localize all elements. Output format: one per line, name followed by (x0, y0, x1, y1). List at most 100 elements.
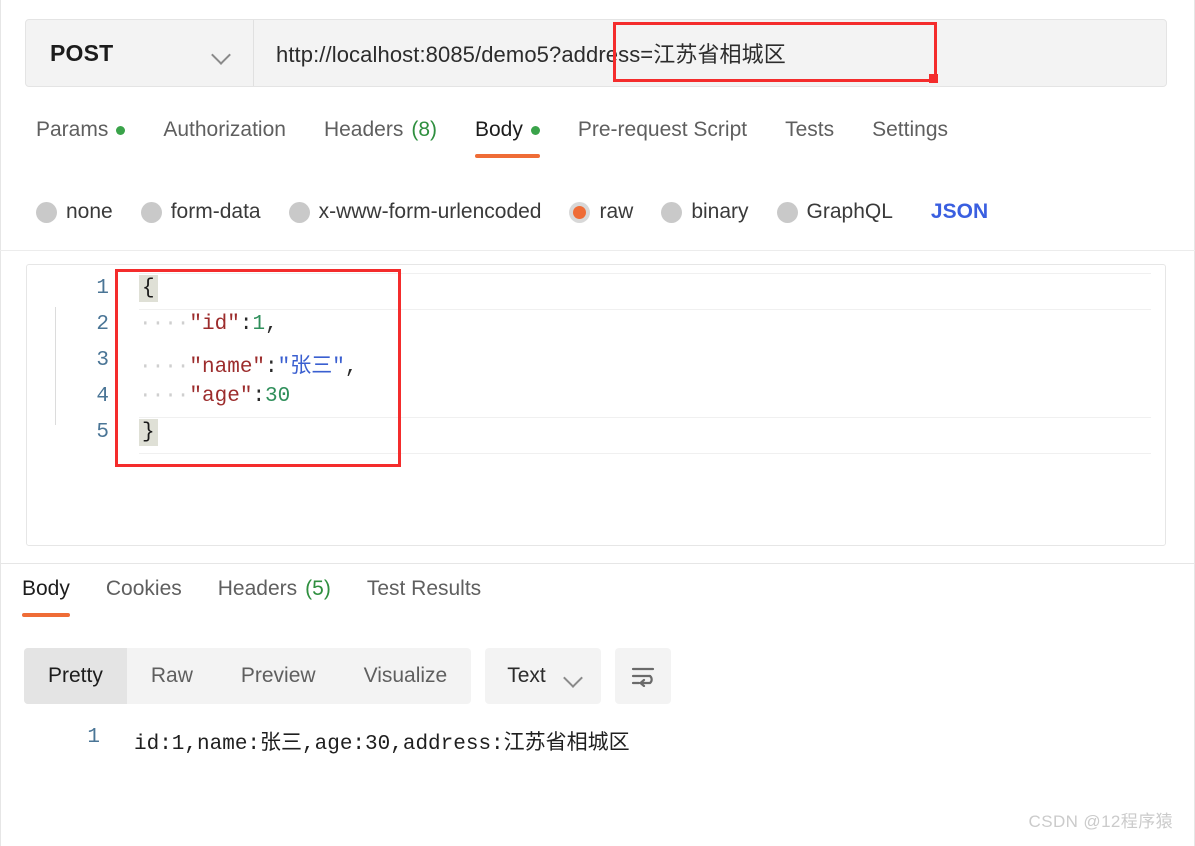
request-body-editor[interactable]: 1 2 3 4 5 { ····"id":1, ····"name":"张三",… (26, 264, 1166, 546)
editor-line-number: 5 (96, 421, 109, 444)
http-method-select[interactable]: POST (26, 20, 254, 86)
response-tab-headers[interactable]: Headers (5) (218, 575, 331, 617)
body-type-form-data-label: form-data (170, 200, 261, 223)
json-key-id: "id" (189, 313, 240, 336)
editor-line-number: 3 (96, 349, 109, 372)
tab-tests-label: Tests (785, 118, 835, 141)
view-mode-raw[interactable]: Raw (127, 648, 217, 704)
tab-params[interactable]: Params (36, 116, 126, 158)
http-method-label: POST (50, 39, 114, 66)
json-colon: : (265, 356, 278, 379)
view-mode-visualize[interactable]: Visualize (340, 648, 472, 704)
json-value-name: "张三" (277, 356, 345, 379)
response-format-label: Text (507, 664, 546, 687)
json-comma: , (265, 313, 278, 336)
editor-active-line-rule (139, 309, 1151, 310)
json-colon: : (239, 313, 253, 336)
body-type-x-www-form-urlencoded[interactable]: x-www-form-urlencoded (288, 200, 542, 224)
editor-code-line-4: ····"age":30 (139, 385, 290, 408)
indent-dots: ···· (139, 313, 190, 336)
json-key-name: "name" (189, 356, 266, 379)
response-tab-headers-count: (5) (305, 577, 331, 600)
response-format-select[interactable]: Text (485, 648, 601, 704)
editor-gutter: 1 2 3 4 5 (27, 265, 123, 545)
editor-code-line-1: { (139, 275, 158, 302)
tab-body-label: Body (475, 118, 523, 141)
response-tab-cookies-label: Cookies (105, 577, 182, 600)
editor-line-number: 1 (96, 277, 109, 300)
json-comma: , (344, 356, 358, 379)
response-tab-test-results[interactable]: Test Results (367, 575, 481, 617)
radio-icon (661, 201, 683, 223)
word-wrap-button[interactable] (614, 648, 671, 704)
word-wrap-icon (631, 667, 654, 687)
request-url-input[interactable]: http://localhost:8085/demo5?address=江苏省相… (254, 20, 1166, 86)
chevron-down-icon (212, 48, 231, 59)
body-type-graphql[interactable]: GraphQL (776, 200, 893, 224)
chevron-down-icon (564, 671, 583, 682)
tab-headers[interactable]: Headers (8) (324, 116, 437, 158)
request-tabs: Params Authorization Headers (8) Body Pr… (0, 116, 1195, 168)
response-line-number: 1 (87, 726, 100, 749)
tab-authorization-label: Authorization (163, 118, 286, 141)
tab-body[interactable]: Body (475, 116, 540, 158)
response-divider (0, 563, 1195, 564)
body-types-divider (0, 250, 1195, 251)
raw-format-select[interactable]: JSON (931, 200, 988, 224)
body-type-binary[interactable]: binary (661, 200, 749, 224)
editor-code-line-3: ····"name":"张三", (139, 349, 357, 379)
unsaved-dot-icon (530, 125, 540, 135)
view-mode-pretty-label: Pretty (48, 664, 103, 687)
body-type-none[interactable]: none (36, 200, 113, 224)
tab-tests[interactable]: Tests (785, 116, 834, 158)
indent-dots: ···· (139, 356, 190, 379)
radio-selected-icon (569, 201, 591, 223)
response-tab-body-label: Body (22, 577, 70, 600)
body-type-raw[interactable]: raw (569, 200, 633, 224)
request-url-bar: POST http://localhost:8085/demo5?address… (25, 19, 1167, 87)
json-value-age: 30 (265, 385, 291, 408)
body-type-form-data[interactable]: form-data (140, 200, 261, 224)
response-tabs: Body Cookies Headers (5) Test Results (0, 575, 1195, 625)
editor-active-line-rule (139, 453, 1151, 454)
editor-active-line-rule (139, 273, 1151, 274)
editor-line-number: 2 (96, 313, 109, 336)
editor-code-line-5: } (139, 419, 158, 446)
view-mode-preview-label: Preview (240, 664, 316, 687)
unsaved-dot-icon (116, 125, 126, 135)
body-type-graphql-label: GraphQL (806, 200, 893, 223)
tab-params-label: Params (36, 118, 109, 141)
tab-pre-request-script[interactable]: Pre-request Script (578, 116, 747, 158)
indent-dots: ···· (139, 385, 190, 408)
tab-headers-label: Headers (323, 118, 404, 141)
json-key-age: "age" (189, 385, 253, 408)
body-type-radio-group: none form-data x-www-form-urlencoded raw… (0, 190, 1195, 234)
tab-settings[interactable]: Settings (872, 116, 948, 158)
tab-authorization[interactable]: Authorization (163, 116, 286, 158)
editor-code-line-2: ····"id":1, (139, 313, 278, 336)
response-body-viewer[interactable]: 1 id:1,name:张三,age:30,address:江苏省相城区 (0, 726, 1195, 786)
json-colon: : (252, 385, 266, 408)
response-tab-cookies[interactable]: Cookies (106, 575, 182, 617)
response-body-text: id:1,name:张三,age:30,address:江苏省相城区 (134, 733, 630, 756)
view-mode-raw-label: Raw (150, 664, 193, 687)
radio-icon (776, 201, 798, 223)
editor-indent-guide (55, 307, 56, 425)
view-mode-preview[interactable]: Preview (217, 648, 340, 704)
radio-icon (36, 201, 57, 223)
json-open-brace: { (139, 275, 158, 302)
radio-icon (288, 201, 310, 223)
body-type-none-label: none (66, 200, 113, 223)
body-type-raw-label: raw (599, 200, 634, 223)
body-type-x-www-form-urlencoded-label: x-www-form-urlencoded (318, 200, 542, 223)
watermark: CSDN @12程序猿 (1028, 812, 1173, 831)
response-view-mode-group: Pretty Raw Preview Visualize (24, 648, 472, 704)
json-close-brace: } (139, 419, 158, 446)
view-mode-pretty[interactable]: Pretty (24, 648, 127, 704)
radio-icon (140, 201, 162, 223)
response-tab-body[interactable]: Body (22, 575, 70, 617)
tab-settings-label: Settings (872, 118, 949, 141)
response-tab-test-results-label: Test Results (366, 577, 482, 600)
tab-headers-count: (8) (411, 118, 437, 141)
response-tab-headers-label: Headers (217, 577, 298, 600)
